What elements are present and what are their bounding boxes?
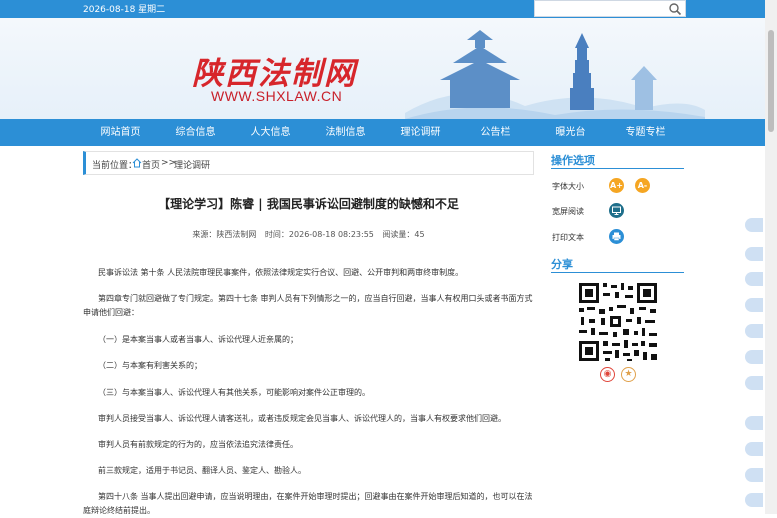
article-title: 【理论学习】陈睿 | 我国民事诉讼回避制度的缺憾和不足 (158, 197, 459, 211)
tools-heading: 操作选项 (551, 154, 595, 167)
article-time: 时间：2026-08-18 08:23:55 (264, 230, 374, 239)
monitor-icon (612, 206, 621, 215)
article-paragraph: 前三款规定，适用于书记员、翻译人员、鉴定人、勘验人。 (98, 466, 306, 475)
nav-theory-research[interactable]: 理论调研 (383, 119, 458, 146)
print-label: 打印文本 (552, 233, 584, 242)
article-paragraph: （二）与本案有利害关系的； (98, 361, 202, 370)
article-views: 阅读量：45 (382, 230, 425, 239)
article-source: 来源：陕西法制网 (192, 230, 257, 239)
home-icon (132, 158, 142, 168)
wide-read-label: 宽屏阅读 (552, 207, 584, 216)
nav-bulletin[interactable]: 公告栏 (458, 119, 533, 146)
floating-tool-tab[interactable] (745, 298, 763, 312)
tools-divider (551, 168, 684, 169)
qr-code-image (577, 281, 659, 363)
floating-tool-tab[interactable] (745, 416, 763, 430)
wide-read-button[interactable] (609, 203, 624, 218)
floating-tool-tab[interactable] (745, 493, 763, 507)
breadcrumb-home[interactable]: 首页 (142, 158, 160, 171)
top-bar: 2026-08-18 星期二 (0, 0, 777, 18)
qzone-share-icon[interactable]: ★ (621, 367, 636, 382)
search-input[interactable] (534, 0, 686, 17)
site-banner: 陕西法制网 WWW.SHXLAW.CN (0, 18, 777, 119)
floating-tool-tab[interactable] (745, 350, 763, 364)
site-logo[interactable]: 陕西法制网 (192, 48, 357, 93)
floating-tool-tab[interactable] (745, 272, 763, 286)
printer-icon (612, 232, 621, 241)
breadcrumb: 当前位置： 首页 >> 理论调研 (83, 151, 534, 175)
font-decrease-button[interactable]: A- (635, 178, 650, 193)
page-scrollbar[interactable] (765, 0, 777, 514)
article-paragraph: 审判人员有前款规定的行为的，应当依法追究法律责任。 (98, 440, 298, 449)
floating-tool-tab[interactable] (745, 376, 763, 390)
landmark-scenery-illustration (405, 30, 705, 119)
current-date: 2026-08-18 星期二 (83, 5, 166, 15)
search-icon[interactable] (668, 2, 682, 16)
floating-tool-tab[interactable] (745, 324, 763, 338)
article-paragraph: 民事诉讼法 第十条 人民法院审理民事案件，依照法律规定实行合议、回避、公开审判和… (98, 268, 464, 277)
nav-npc-info[interactable]: 人大信息 (233, 119, 308, 146)
article-meta: 来源：陕西法制网 时间：2026-08-18 08:23:55 阅读量：45 (83, 229, 534, 240)
floating-tool-tab[interactable] (745, 218, 763, 232)
breadcrumb-current[interactable]: 理论调研 (174, 158, 210, 171)
nav-home[interactable]: 网站首页 (83, 119, 158, 146)
font-increase-button[interactable]: A+ (609, 178, 624, 193)
floating-tool-tab[interactable] (745, 468, 763, 482)
floating-tool-tab[interactable] (745, 247, 763, 261)
article-paragraph: （一）是本案当事人或者当事人、诉讼代理人近亲属的； (98, 335, 298, 344)
share-heading: 分享 (551, 258, 573, 271)
nav-special-topics[interactable]: 专题专栏 (608, 119, 683, 146)
nav-exposure[interactable]: 曝光台 (533, 119, 608, 146)
breadcrumb-prefix: 当前位置： (92, 161, 138, 171)
article-paragraph: （三）与本案当事人、诉讼代理人有其他关系，可能影响对案件公正审理的。 (98, 388, 370, 397)
print-button[interactable] (609, 229, 624, 244)
floating-tool-tab[interactable] (745, 442, 763, 456)
nav-legal-info[interactable]: 法制信息 (308, 119, 383, 146)
font-size-label: 字体大小 (552, 182, 584, 191)
weibo-share-icon[interactable]: ◉ (600, 367, 615, 382)
share-divider (551, 272, 684, 273)
article-paragraph: 审判人员接受当事人、诉讼代理人请客送礼，或者违反规定会见当事人、诉讼代理人的，当… (98, 414, 506, 423)
scrollbar-thumb[interactable] (768, 30, 774, 132)
main-navigation: 网站首页 综合信息 人大信息 法制信息 理论调研 公告栏 曝光台 专题专栏 (0, 119, 777, 146)
nav-general-info[interactable]: 综合信息 (158, 119, 233, 146)
article-paragraph: 第四章专门就回避做了专门规定。第四十七条 审判人员有下列情形之一的，应当自行回避… (83, 294, 533, 317)
site-url: WWW.SHXLAW.CN (211, 88, 343, 104)
